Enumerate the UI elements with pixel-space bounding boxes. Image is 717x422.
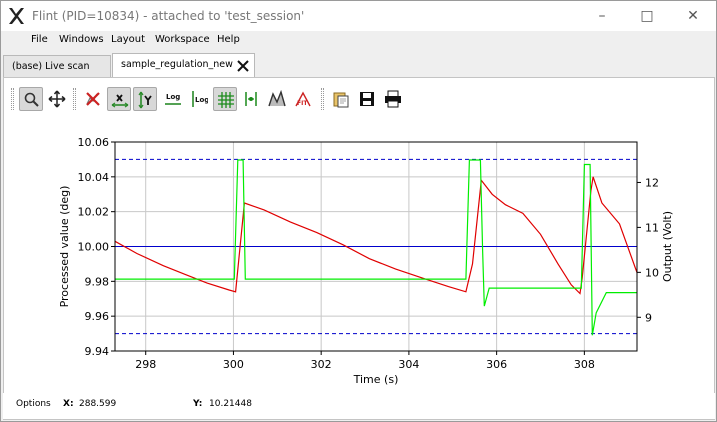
app-window: Flint (PID=10834) - attached to 'test_se… <box>0 0 717 422</box>
y-tick-label: 9.96 <box>85 310 110 323</box>
x-coordinate-value: 288.599 <box>79 399 117 409</box>
y-coordinate-value: 10.21448 <box>209 399 252 409</box>
y-tick-label: 9.98 <box>85 275 110 288</box>
y2-tick-label: 9 <box>645 311 652 324</box>
status-bar: Options X: 288.599 Y: 10.21448 <box>3 393 715 419</box>
y-axis-title: Processed value (deg) <box>58 186 71 308</box>
y-tick-label: 10.00 <box>78 241 110 254</box>
plot-axes: 298 300 302 304 306 308 9.94 9.96 9.98 10.00 10.02… <box>78 136 660 371</box>
y2-tick-label: 12 <box>645 176 659 189</box>
x-axis-title: Time (s) <box>353 373 399 386</box>
output-series <box>115 159 637 336</box>
x-tick-label: 302 <box>311 358 332 371</box>
y-tick-label: 9.94 <box>85 345 110 358</box>
options-button[interactable]: Options <box>16 399 51 409</box>
x-tick-label: 300 <box>223 358 244 371</box>
regulation-plot[interactable]: 298 300 302 304 306 308 9.94 9.96 9.98 10.00 10.02… <box>1 1 717 393</box>
x-tick-label: 298 <box>135 358 156 371</box>
y-coordinate-label: Y: <box>193 399 203 409</box>
y-tick-label: 10.06 <box>78 136 110 149</box>
plot-reference-lines <box>115 158 637 335</box>
x-tick-label: 304 <box>398 358 419 371</box>
processed-value-series <box>115 176 637 295</box>
x-tick-label: 308 <box>574 358 595 371</box>
y2-tick-label: 11 <box>645 221 659 234</box>
y2-axis-title: Output (Volt) <box>661 211 674 282</box>
plot-series <box>115 159 637 336</box>
y-tick-label: 10.02 <box>78 206 110 219</box>
x-tick-label: 306 <box>486 358 507 371</box>
x-coordinate-label: X: <box>63 399 74 409</box>
y-tick-label: 10.04 <box>78 171 110 184</box>
y2-tick-label: 10 <box>645 266 659 279</box>
